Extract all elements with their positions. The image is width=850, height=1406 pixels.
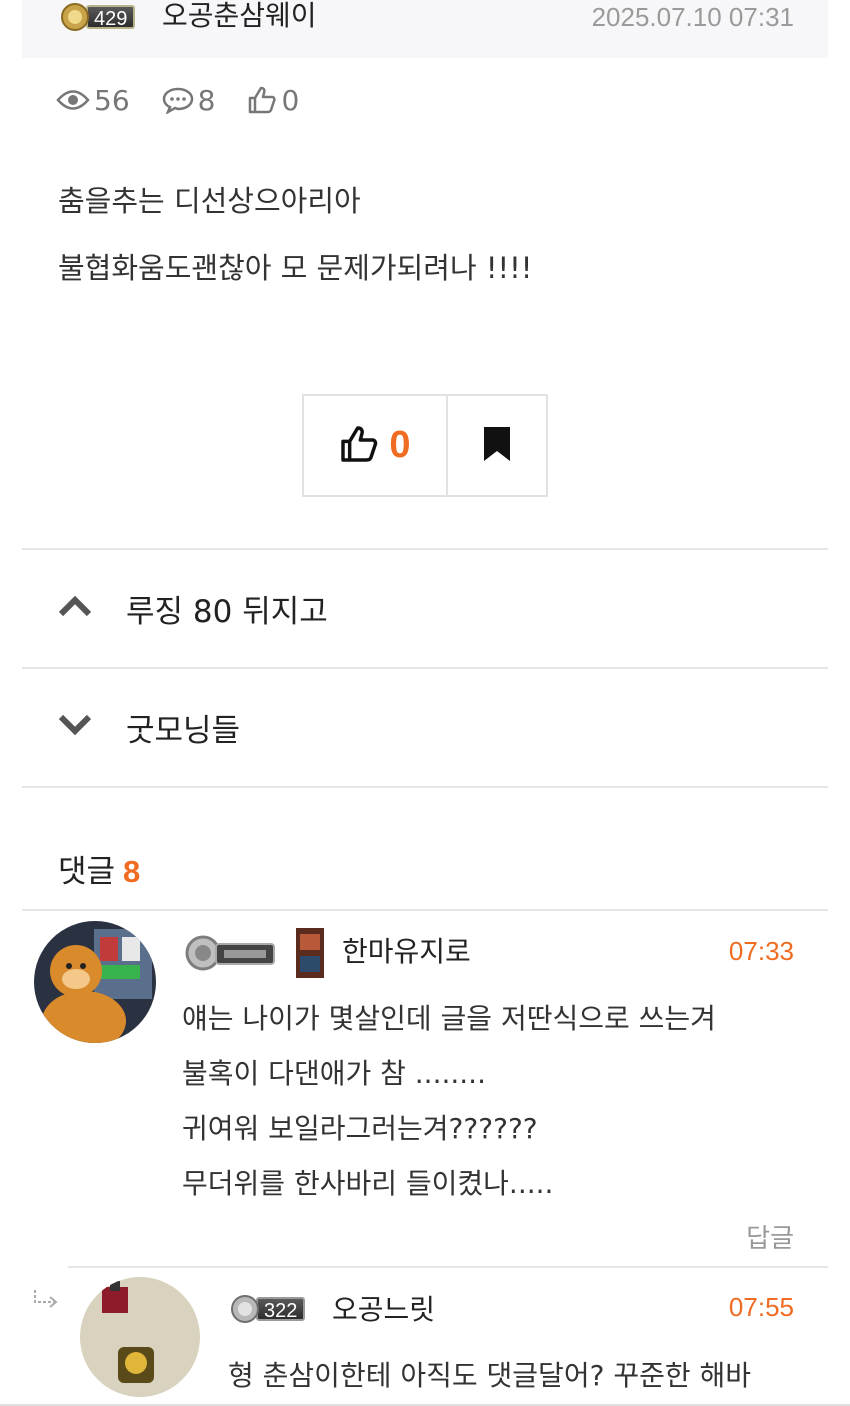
author-level: 322 [256, 1297, 306, 1322]
comments-total: 8 [123, 854, 141, 889]
author-level: 429 [86, 5, 136, 30]
comment-time: 07:55 [728, 1292, 794, 1322]
comment-line: 형 춘삼이한테 아직도 댓글달어? 꾸준한 해바 [228, 1359, 752, 1392]
post-author[interactable]: 오공춘삼웨이 [162, 0, 317, 34]
divider [22, 786, 828, 788]
chevron-down-icon [58, 714, 92, 740]
thumbs-up-icon [339, 424, 379, 468]
comments-label: 댓글 [58, 854, 116, 890]
prev-post-title: 루징 80 뒤지고 [126, 593, 328, 630]
post-stats: 56 8 0 [56, 80, 299, 120]
divider [68, 1266, 828, 1268]
likes-stat: 0 [247, 84, 299, 117]
post-line: 불협화움도괜찮아 모 문제가되려나 !!!! [58, 251, 533, 285]
post-line: 춤을추는 디선상으아리아 [58, 184, 361, 218]
thumbs-up-icon [247, 85, 277, 115]
comment-author[interactable]: 한마유지로 [342, 930, 471, 970]
eye-icon [56, 89, 90, 111]
comment-line: 불혹이 다댄애가 참 ........ [182, 1057, 486, 1090]
next-post-title: 굿모닝들 [126, 712, 241, 749]
level-badge: 429 [60, 2, 136, 32]
comment-icon [162, 86, 194, 114]
vote-box: 0 [302, 394, 548, 497]
comments-header: 댓글 8 [58, 846, 140, 891]
post-header: 429 오공춘삼웨이 2025.07.10 07:31 [22, 0, 828, 58]
comment-body: 얘는 나이가 몇살인데 글을 저딴식으로 쓰는겨 불혹이 다댄애가 참 ....… [182, 991, 716, 1211]
chevron-up-icon [58, 595, 92, 621]
comment-line: 무더위를 한사바리 들이켰나..... [182, 1167, 554, 1200]
comment-time: 07:33 [728, 936, 794, 966]
level-badge: 322 [230, 1294, 306, 1324]
comments-stat: 8 [162, 83, 216, 117]
bookmark-button[interactable] [448, 396, 546, 495]
comment-author[interactable]: 오공느릿 [332, 1288, 435, 1328]
title-badge-icon [296, 928, 324, 978]
reply-button[interactable]: 답글 [746, 1218, 794, 1255]
rank-badge-icon [184, 934, 276, 972]
medal-icon [230, 1294, 260, 1324]
medal-icon [60, 2, 90, 32]
views-stat: 56 [56, 84, 130, 117]
avatar[interactable] [34, 921, 156, 1043]
post-date: 2025.07.10 07:31 [591, 2, 794, 32]
like-button[interactable]: 0 [304, 396, 448, 495]
views-count: 56 [94, 83, 130, 117]
bookmark-icon [482, 425, 512, 467]
post-content: 춤을추는 디선상으아리아 불협화움도괜찮아 모 문제가되려나 !!!! [58, 168, 532, 302]
comment-line: 얘는 나이가 몇살인데 글을 저딴식으로 쓰는겨 [182, 1002, 716, 1035]
comment-line: 귀여워 보일라그러는겨?????? [182, 1112, 538, 1145]
prev-post-link[interactable]: 루징 80 뒤지고 [22, 548, 828, 666]
like-count: 0 [389, 424, 411, 466]
reply-arrow-icon [32, 1288, 60, 1315]
comments-count: 8 [197, 83, 216, 117]
divider [22, 909, 828, 911]
likes-count: 0 [281, 83, 300, 117]
avatar[interactable] [80, 1277, 200, 1397]
next-post-link[interactable]: 굿모닝들 [22, 667, 828, 785]
comment-body: 형 춘삼이한테 아직도 댓글달어? 꾸준한 해바 [228, 1348, 751, 1403]
